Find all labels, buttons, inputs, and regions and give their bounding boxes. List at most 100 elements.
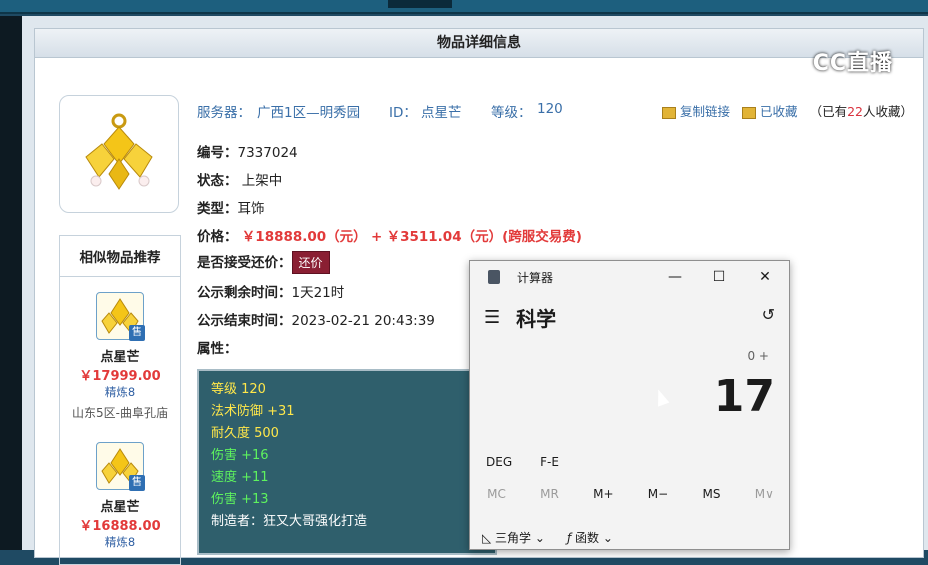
status-value: 上架中 [241,173,283,189]
top-tab[interactable] [92,0,162,8]
server-label: 服务器： [197,105,251,121]
similar-item-thumbnail[interactable]: 售 [96,442,145,491]
bargain-field: 是否接受还价： 还价 [197,251,330,274]
memory-row: MC MR M+ M− MS M∨ [470,487,791,501]
mouse-cursor [652,387,670,407]
status-label: 状态： [197,173,238,189]
type-field: 类型：耳饰 [197,197,265,217]
type-label: 类型： [197,201,238,217]
similar-item-refine: 精炼8 [104,385,136,399]
cc-live-logo: CC直播 [812,51,893,76]
price-value: ￥18888.00（元） [241,229,367,245]
item-actions: 复制链接 已收藏 （已有22人收藏） [662,101,913,120]
calculator-mode: 科学 [516,307,557,331]
attribute-line: 速度 +11 [211,470,269,485]
hamburger-menu-icon[interactable]: ☰ [484,307,500,328]
calculator-window: 计算器 — ☐ ✕ ☰ 科学 ↺ 0 + 17 DEG F-E MC MR M+… [469,260,790,550]
memory-add-button[interactable]: M+ [593,487,613,501]
similar-items: 相似物品推荐 售 点星芒 ￥17999.00 精炼8 山东5区-曲阜孔庙 售 点… [59,235,181,565]
angle-row: DEG F-E [486,455,559,469]
attribute-line: 耐久度 500 [211,426,279,441]
bargain-button[interactable]: 还价 [291,251,330,274]
memory-recall-button[interactable]: MR [540,487,559,501]
mode-bar: ☰ 科学 [484,303,556,332]
price-label: 价格： [197,229,238,245]
favorite-icon [742,106,757,119]
serial-value: 7337024 [237,145,298,161]
top-tab[interactable] [304,0,384,8]
attribute-line: 法术防御 +31 [211,404,295,419]
fav-count-number: 22 [847,104,863,119]
calculator-titlebar[interactable]: 计算器 — ☐ ✕ [470,261,789,293]
serial-field: 编号：7337024 [197,141,298,161]
level-value: 120 [537,101,563,117]
calculator-title: 计算器 [517,271,554,285]
attribute-line: 伤害 +16 [211,448,269,463]
server-value: 广西1区—明秀园 [257,105,361,121]
id-value: 点星芒 [421,105,462,121]
top-tab[interactable] [28,0,88,8]
price-field: 价格： ￥18888.00（元） + ￥3511.04（元）(跨服交易费) [197,225,582,245]
item-image [59,95,179,213]
copy-link-icon [662,106,677,119]
end-time-value: 2023-02-21 20:43:39 [291,313,435,329]
trig-label: 三角学 [495,531,532,545]
status-field: 状态： 上架中 [197,169,282,189]
memory-clear-button[interactable]: MC [487,487,506,501]
minimize-button[interactable]: — [655,265,695,289]
cross-server-fee: ￥3511.04（元）(跨服交易费) [386,229,582,245]
similar-item[interactable]: 售 点星芒 ￥16888.00 精炼8 [60,442,180,550]
similar-item-price: ￥17999.00 [79,369,161,384]
similar-item-price: ￥16888.00 [79,519,161,534]
similar-item-server: 山东5区-曲阜孔庙 [72,406,168,420]
memory-subtract-button[interactable]: M− [648,487,668,501]
top-navigation [0,0,928,14]
serial-label: 编号： [197,145,238,161]
attr-label: 属性： [197,341,238,357]
func-label: 函数 [575,531,600,545]
similar-item-name[interactable]: 点星芒 [60,346,180,365]
fav-count-prefix: （已有 [809,104,848,119]
sell-badge: 售 [129,325,145,341]
top-tab[interactable] [166,0,236,8]
sell-badge: 售 [129,475,145,491]
top-tab-active[interactable] [388,0,452,8]
deg-button[interactable]: DEG [486,455,512,469]
left-stripe [0,16,22,550]
memory-list-button[interactable]: M∨ [755,487,774,501]
top-tab[interactable] [240,0,300,8]
attr-field: 属性： [197,337,238,357]
memory-store-button[interactable]: MS [702,487,720,501]
calculator-result: 17 [713,371,775,422]
function-dropdown[interactable]: ƒ 函数 ⌄ [567,529,613,546]
fav-count-suffix: 人收藏） [862,104,913,119]
bargain-label: 是否接受还价： [197,255,292,271]
top-tabs [28,0,452,8]
attribute-line: 等级 120 [211,382,266,397]
attributes-box: 等级 120 法术防御 +31 耐久度 500 伤害 +16 速度 +11 伤害… [197,369,497,555]
similar-item[interactable]: 售 点星芒 ￥17999.00 精炼8 山东5区-曲阜孔庙 [60,292,180,421]
similar-title: 相似物品推荐 [60,236,180,277]
remain-field: 公示剩余时间：1天21时 [197,281,344,301]
fe-button[interactable]: F-E [540,455,559,469]
maximize-button[interactable]: ☐ [699,265,739,289]
end-time-field: 公示结束时间：2023-02-21 20:43:39 [197,309,435,329]
attribute-line: 制造者：狂又大哥强化打造 [211,514,368,529]
favorite-button[interactable]: 已收藏 [742,101,798,120]
similar-item-thumbnail[interactable]: 售 [96,292,145,341]
favorite-count: （已有22人收藏） [810,101,913,120]
id-label: ID： [389,105,417,121]
function-row: ◺ 三角学 ⌄ ƒ 函数 ⌄ [482,529,613,546]
close-button[interactable]: ✕ [745,265,785,289]
level-label: 等级： [491,105,532,121]
copy-link-button[interactable]: 复制链接 [662,101,730,120]
type-value: 耳饰 [237,201,265,217]
calculator-app-icon [488,270,500,284]
remain-label: 公示剩余时间： [197,285,292,301]
similar-item-name[interactable]: 点星芒 [60,496,180,515]
calculator-expression: 0 + [747,349,769,363]
history-icon[interactable]: ↺ [762,305,775,324]
end-time-label: 公示结束时间： [197,313,292,329]
copy-link-label: 复制链接 [680,104,731,119]
trigonometry-dropdown[interactable]: ◺ 三角学 ⌄ [482,529,545,546]
